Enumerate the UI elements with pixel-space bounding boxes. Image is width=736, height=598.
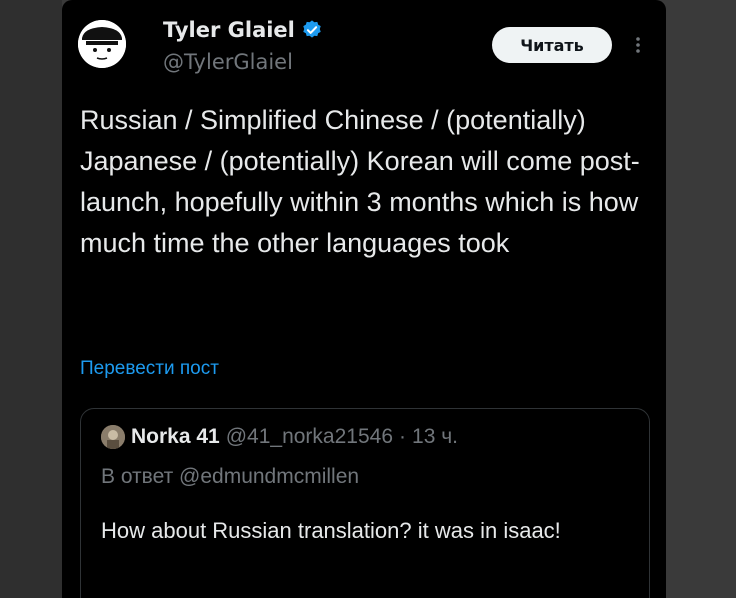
author-name-row: Tyler Glaiel: [163, 18, 323, 42]
quoted-avatar-icon: [101, 425, 125, 449]
more-vertical-icon[interactable]: [630, 33, 646, 57]
author-avatar[interactable]: [78, 20, 126, 68]
background-left: [0, 0, 62, 598]
quoted-timestamp[interactable]: 13 ч.: [412, 425, 458, 449]
quoted-author-handle[interactable]: @41_norka21546: [226, 425, 393, 449]
quoted-author-name[interactable]: Norka 41: [131, 425, 220, 449]
follow-button[interactable]: Читать: [492, 27, 612, 63]
author-handle[interactable]: @TylerGlaiel: [163, 50, 293, 74]
quoted-tweet[interactable]: Norka 41 @41_norka21546 · 13 ч. В ответ …: [80, 408, 650, 598]
quoted-tweet-text: How about Russian translation? it was in…: [101, 518, 561, 543]
background-right: [666, 0, 736, 598]
reply-to-line[interactable]: В ответ @edmundmcmillen: [101, 465, 359, 489]
translate-post-link[interactable]: Перевести пост: [80, 358, 219, 380]
author-name[interactable]: Tyler Glaiel: [163, 18, 295, 42]
quoted-author-avatar[interactable]: [101, 425, 125, 449]
verified-badge-icon: [303, 20, 321, 38]
tweet-card: Tyler Glaiel @TylerGlaiel Читать Russian…: [62, 0, 666, 598]
tweet-text: Russian / Simplified Chinese / (potentia…: [80, 105, 640, 258]
quoted-tweet-header: Norka 41 @41_norka21546 · 13 ч.: [101, 425, 458, 449]
meta-separator: ·: [399, 425, 407, 448]
cartoon-face-avatar-icon: [78, 20, 126, 68]
